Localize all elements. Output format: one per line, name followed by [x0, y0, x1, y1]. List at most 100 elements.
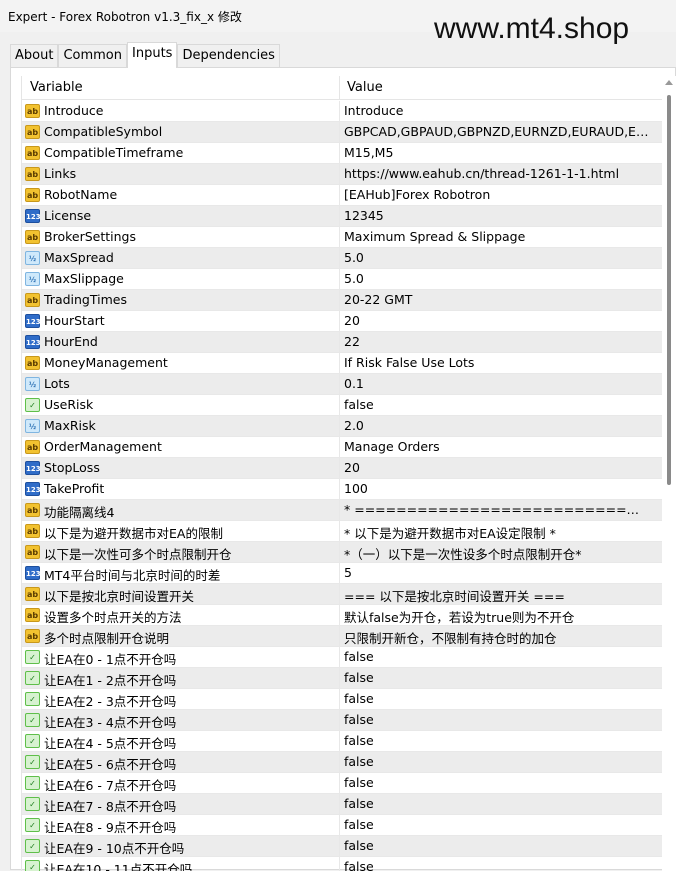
variable-value[interactable]: 20: [344, 460, 649, 475]
variable-value[interactable]: GBPCAD,GBPAUD,GBPNZD,EURNZD,EURAUD,EURC.…: [344, 124, 649, 139]
table-row[interactable]: ✓ 让EA在5 - 6点不开仓吗 false: [22, 752, 668, 773]
table-row[interactable]: ab 功能隔离线4 * ==============================…: [22, 500, 668, 521]
tab-dependencies[interactable]: Dependencies: [177, 44, 280, 68]
table-row[interactable]: ab CompatibleTimeframe M15,M5: [22, 143, 668, 164]
variable-value[interactable]: * 以下是为避开数据市对EA设定限制 *: [344, 523, 649, 542]
table-row[interactable]: ab 以下是按北京时间设置开关 === 以下是按北京时间设置开关 ===: [22, 584, 668, 605]
boolean-type-icon: ✓: [25, 839, 40, 853]
boolean-type-icon: ✓: [25, 650, 40, 664]
variable-name: 设置多个时点开关的方法: [44, 610, 182, 625]
variable-value[interactable]: 5.0: [344, 271, 649, 286]
variable-value[interactable]: false: [344, 712, 649, 727]
string-type-icon: ab: [25, 440, 40, 454]
variable-value[interactable]: 12345: [344, 208, 649, 223]
vertical-scrollbar[interactable]: [662, 76, 676, 871]
variable-value[interactable]: 22: [344, 334, 649, 349]
cell-divider: [339, 458, 340, 479]
table-row[interactable]: ✓ 让EA在3 - 4点不开仓吗 false: [22, 710, 668, 731]
table-row[interactable]: ½ MaxSpread 5.0: [22, 248, 668, 269]
variable-value[interactable]: false: [344, 649, 649, 664]
variable-value[interactable]: If Risk False Use Lots: [344, 355, 649, 370]
variable-value[interactable]: 2.0: [344, 418, 649, 433]
variable-value[interactable]: 20-22 GMT: [344, 292, 649, 307]
variable-value[interactable]: false: [344, 733, 649, 748]
variable-value[interactable]: [EAHub]Forex Robotron: [344, 187, 649, 202]
cell-divider: [339, 647, 340, 668]
table-row[interactable]: ab Links https://www.eahub.cn/thread-1261-…: [22, 164, 668, 185]
table-row[interactable]: ab MoneyManagement If Risk False Use Lots: [22, 353, 668, 374]
table-row[interactable]: ✓ 让EA在9 - 10点不开仓吗 false: [22, 836, 668, 857]
variable-value[interactable]: === 以下是按北京时间设置开关 ===: [344, 586, 649, 605]
variable-value[interactable]: 0.1: [344, 376, 649, 391]
variable-value[interactable]: false: [344, 397, 649, 412]
variable-name: 多个时点限制开仓说明: [44, 631, 170, 646]
table-row[interactable]: ½ MaxRisk 2.0: [22, 416, 668, 437]
cell-divider: [339, 542, 340, 563]
table-row[interactable]: ✓ 让EA在4 - 5点不开仓吗 false: [22, 731, 668, 752]
variable-value[interactable]: Introduce: [344, 103, 649, 118]
table-row[interactable]: 123 StopLoss 20: [22, 458, 668, 479]
variable-value[interactable]: false: [344, 796, 649, 811]
table-row[interactable]: ✓ 让EA在8 - 9点不开仓吗 false: [22, 815, 668, 836]
table-row[interactable]: ab TradingTimes 20-22 GMT: [22, 290, 668, 311]
variable-value[interactable]: false: [344, 859, 649, 871]
table-row[interactable]: ✓ 让EA在10 - 11点不开仓吗 false: [22, 857, 668, 871]
table-row[interactable]: 123 HourEnd 22: [22, 332, 668, 353]
boolean-type-icon: ✓: [25, 860, 40, 871]
variable-value[interactable]: 100: [344, 481, 649, 496]
variable-value[interactable]: https://www.eahub.cn/thread-1261-1-1.htm…: [344, 166, 649, 181]
variable-name: MoneyManagement: [44, 355, 168, 370]
table-row[interactable]: ab CompatibleSymbol GBPCAD,GBPAUD,GBPNZD,E…: [22, 122, 668, 143]
variable-value[interactable]: Maximum Spread & Slippage: [344, 229, 649, 244]
table-row[interactable]: ab Introduce Introduce: [22, 101, 668, 122]
string-type-icon: ab: [25, 524, 40, 538]
table-row[interactable]: 123 MT4平台时间与北京时间的时差 5: [22, 563, 668, 584]
variable-value[interactable]: false: [344, 670, 649, 685]
column-header-variable[interactable]: Variable: [30, 80, 83, 95]
table-row[interactable]: ✓ 让EA在0 - 1点不开仓吗 false: [22, 647, 668, 668]
tab-bar: About Common Inputs Dependencies: [10, 42, 280, 68]
variable-value[interactable]: *（一）以下是一次性设多个时点限制开仓*: [344, 544, 649, 563]
variable-value[interactable]: false: [344, 754, 649, 769]
variable-value[interactable]: 只限制开新仓，不限制有持仓时的加仓: [344, 628, 649, 647]
variable-name: OrderManagement: [44, 439, 162, 454]
tab-inputs[interactable]: Inputs: [127, 42, 178, 68]
tab-common[interactable]: Common: [58, 44, 127, 68]
variable-value[interactable]: 5: [344, 565, 649, 580]
tab-about[interactable]: About: [10, 44, 59, 68]
table-row[interactable]: ½ Lots 0.1: [22, 374, 668, 395]
variable-value[interactable]: false: [344, 838, 649, 853]
variable-value[interactable]: false: [344, 775, 649, 790]
table-row[interactable]: 123 HourStart 20: [22, 311, 668, 332]
table-row[interactable]: 123 TakeProfit 100: [22, 479, 668, 500]
variable-value[interactable]: false: [344, 817, 649, 832]
variable-value[interactable]: 20: [344, 313, 649, 328]
variable-value[interactable]: false: [344, 691, 649, 706]
scrollbar-thumb[interactable]: [667, 95, 671, 485]
table-row[interactable]: ab OrderManagement Manage Orders: [22, 437, 668, 458]
variable-value[interactable]: 5.0: [344, 250, 649, 265]
column-divider[interactable]: [339, 76, 340, 100]
table-row[interactable]: ½ MaxSlippage 5.0: [22, 269, 668, 290]
table-row[interactable]: ✓ 让EA在6 - 7点不开仓吗 false: [22, 773, 668, 794]
table-row[interactable]: ab RobotName [EAHub]Forex Robotron: [22, 185, 668, 206]
table-row[interactable]: ✓ UseRisk false: [22, 395, 668, 416]
variable-value[interactable]: M15,M5: [344, 145, 649, 160]
column-header-value[interactable]: Value: [347, 80, 383, 95]
variable-value[interactable]: 默认false为开仓，若设为true则为不开仓: [344, 607, 649, 626]
table-row[interactable]: ab 以下是为避开数据市对EA的限制 * 以下是为避开数据市对EA设定限制 *: [22, 521, 668, 542]
scroll-up-arrow-icon[interactable]: [665, 80, 673, 85]
table-row[interactable]: ✓ 让EA在7 - 8点不开仓吗 false: [22, 794, 668, 815]
variable-value[interactable]: Manage Orders: [344, 439, 649, 454]
table-row[interactable]: 123 License 12345: [22, 206, 668, 227]
table-row[interactable]: ab BrokerSettings Maximum Spread & Slippag…: [22, 227, 668, 248]
variable-name: CompatibleSymbol: [44, 124, 163, 139]
boolean-type-icon: ✓: [25, 692, 40, 706]
table-row[interactable]: ✓ 让EA在2 - 3点不开仓吗 false: [22, 689, 668, 710]
table-row[interactable]: ab 多个时点限制开仓说明 只限制开新仓，不限制有持仓时的加仓: [22, 626, 668, 647]
variable-value[interactable]: * ================================ *: [344, 502, 649, 517]
table-row[interactable]: ab 设置多个时点开关的方法 默认false为开仓，若设为true则为不开仓: [22, 605, 668, 626]
cell-divider: [339, 248, 340, 269]
table-row[interactable]: ab 以下是一次性可多个时点限制开仓 *（一）以下是一次性设多个时点限制开仓*: [22, 542, 668, 563]
table-row[interactable]: ✓ 让EA在1 - 2点不开仓吗 false: [22, 668, 668, 689]
